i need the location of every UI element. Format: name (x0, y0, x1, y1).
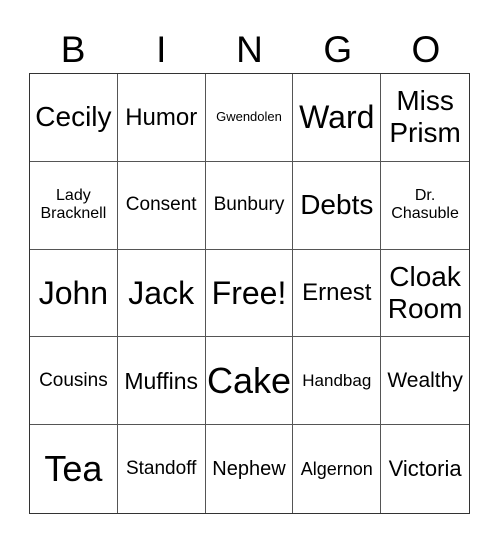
bingo-cell[interactable]: Cake (205, 337, 294, 426)
bingo-cell[interactable]: Muffins (117, 337, 206, 426)
bingo-cell[interactable]: Humor (117, 74, 206, 162)
bingo-cell[interactable]: Miss Prism (381, 74, 469, 162)
bingo-cell[interactable]: Gwendolen (205, 74, 294, 162)
header-letter-g: G (323, 29, 353, 70)
bingo-cell[interactable]: Handbag (293, 337, 382, 426)
header-letter-b: B (60, 29, 86, 70)
free-space-cell[interactable]: Free! (205, 249, 294, 338)
bingo-cell[interactable]: Debts (293, 161, 382, 250)
header-letter-o: O (411, 29, 441, 70)
bingo-cell[interactable]: Jack (117, 249, 206, 338)
bingo-cell[interactable]: Ernest (293, 249, 382, 338)
bingo-cell[interactable]: Victoria (381, 425, 469, 513)
bingo-cell[interactable]: John (30, 249, 118, 338)
bingo-cell[interactable]: Bunbury (205, 161, 294, 250)
bingo-header: B I N G O (29, 26, 470, 74)
bingo-cell[interactable]: Cloak Room (381, 250, 469, 338)
header-letter-n: N (236, 29, 263, 70)
bingo-cell[interactable]: Consent (117, 161, 206, 250)
bingo-cell[interactable]: Dr. Chasuble (381, 162, 469, 250)
bingo-cell[interactable]: Nephew (206, 425, 294, 513)
bingo-cell[interactable]: Algernon (293, 425, 382, 513)
header-letter-i: I (156, 29, 167, 70)
bingo-cell[interactable]: Ward (293, 74, 382, 162)
bingo-cell[interactable]: Cousins (30, 337, 118, 426)
bingo-grid: Cecily Humor Gwendolen Ward Miss Prism L… (29, 73, 470, 514)
bingo-cell[interactable]: Tea (30, 425, 118, 513)
bingo-cell[interactable]: Lady Bracknell (30, 161, 118, 250)
bingo-cell[interactable]: Cecily (30, 74, 118, 162)
bingo-cell[interactable]: Wealthy (381, 337, 469, 426)
bingo-cell[interactable]: Standoff (118, 425, 206, 513)
